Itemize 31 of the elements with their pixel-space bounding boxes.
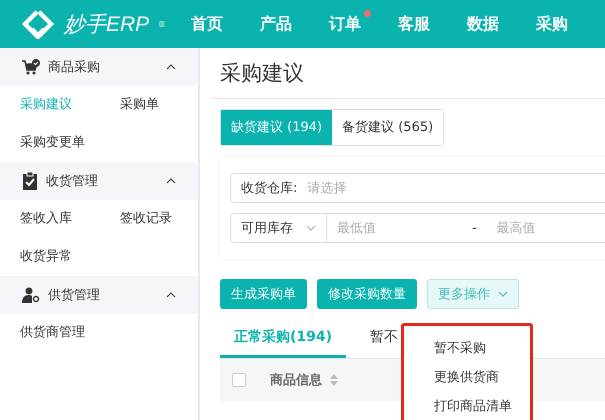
section-title: 供货管理 <box>48 287 101 304</box>
sidebar-section-header[interactable]: 商品采购 <box>0 48 198 86</box>
logo-text: 妙手ERP <box>64 12 150 38</box>
sidebar-section-header[interactable]: 供货管理 <box>0 276 198 314</box>
menu-item[interactable]: 更换供货商 <box>404 363 530 392</box>
warehouse-select[interactable]: 收货仓库: 请选择 <box>230 173 605 203</box>
min-value-input[interactable]: 最低值 <box>327 220 467 236</box>
page-title: 采购建议 <box>210 48 605 99</box>
tab[interactable]: 备货建议 (565) <box>332 110 444 145</box>
range-separator: - <box>472 220 477 236</box>
sidebar-item[interactable]: 供货商管理 <box>20 314 120 352</box>
sort-icon[interactable] <box>330 374 338 386</box>
menu-item[interactable]: 打印商品清单 <box>404 392 530 420</box>
column-header[interactable]: 商品信息 <box>270 371 322 389</box>
sidebar-item[interactable]: 签收记录 <box>120 200 200 238</box>
sidebar-item[interactable]: 收货异常 <box>20 238 120 276</box>
checkbox[interactable] <box>232 373 246 387</box>
person-gear-icon <box>22 287 40 303</box>
stock-type-select[interactable]: 可用库存 <box>230 213 327 243</box>
cart-icon <box>22 59 40 75</box>
sidebar-section-header[interactable]: 收货管理 <box>0 162 198 200</box>
max-value-input[interactable]: 最高值 <box>486 220 605 236</box>
sidebar-item[interactable]: 采购变更单 <box>20 124 120 162</box>
clipboard-check-icon <box>22 172 38 190</box>
section-title: 收货管理 <box>46 173 99 190</box>
sidebar-item[interactable]: 签收入库 <box>20 200 120 238</box>
chevron-down-icon <box>498 291 508 297</box>
sidebar-item[interactable]: 采购单 <box>120 86 200 124</box>
section-title: 商品采购 <box>48 59 101 76</box>
chevron-down-icon <box>306 225 316 231</box>
menu-item[interactable]: 暂不采购 <box>404 334 530 363</box>
